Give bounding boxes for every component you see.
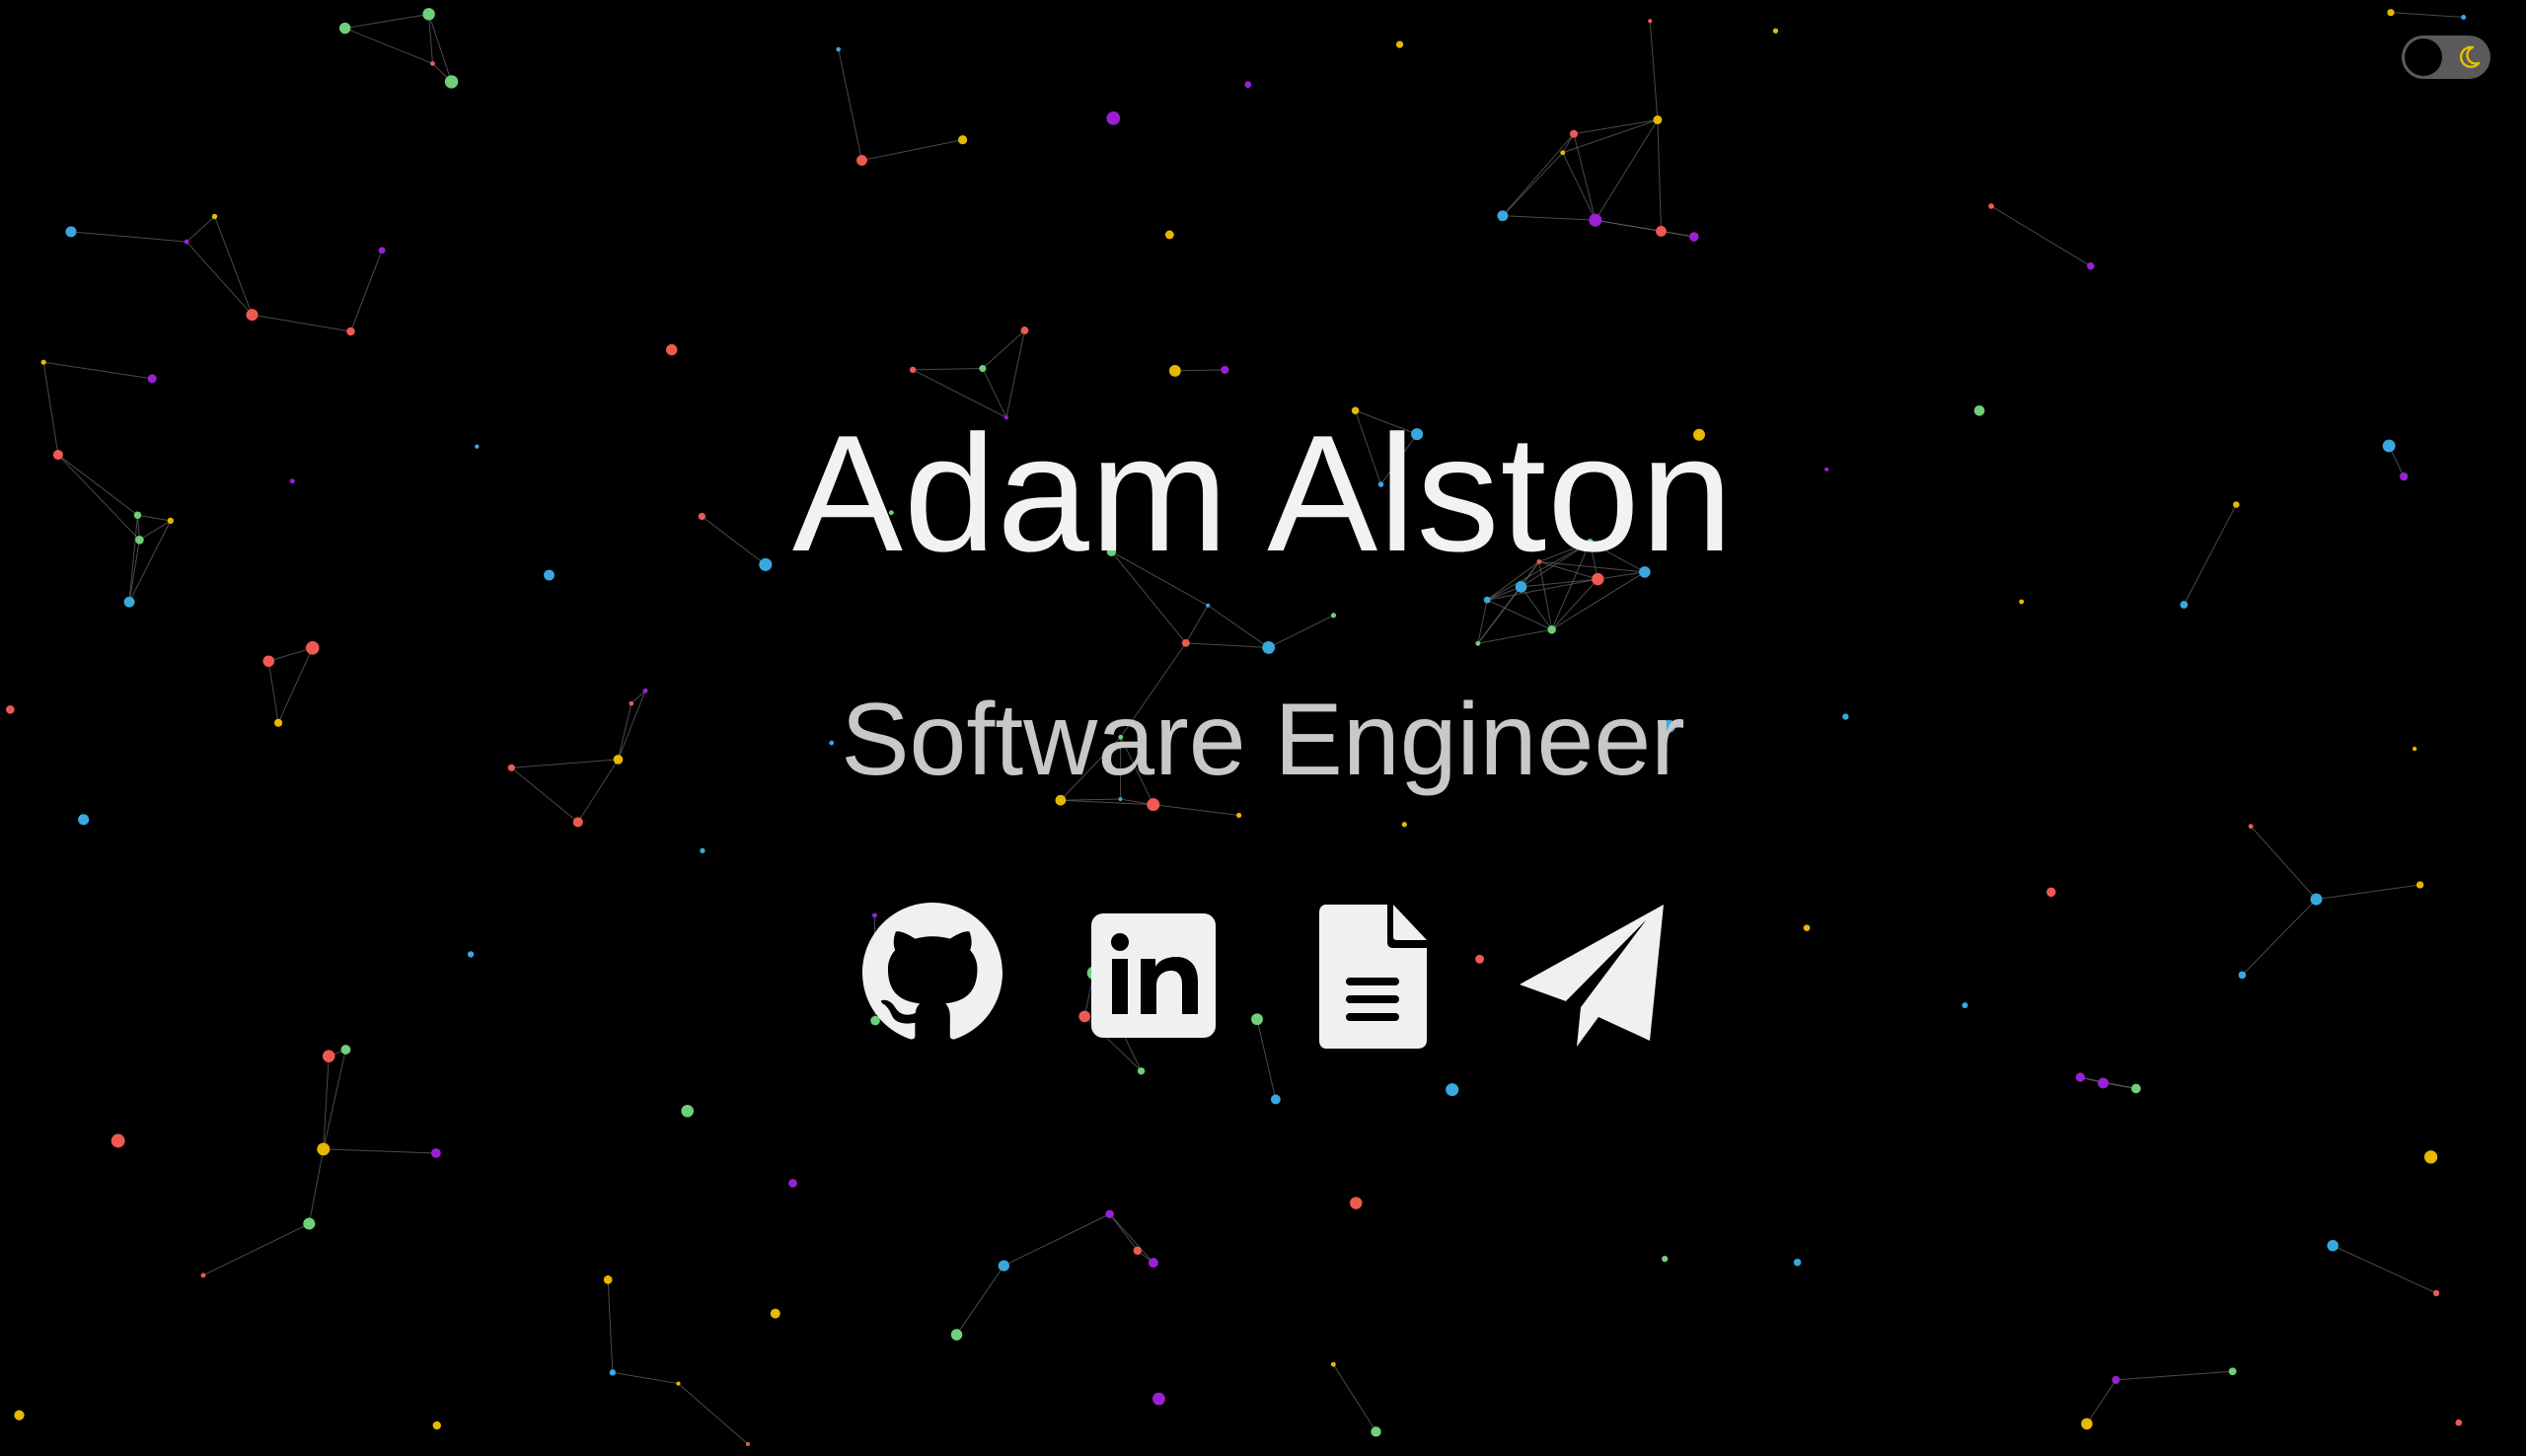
resume-document-icon — [1319, 905, 1427, 1049]
github-link[interactable] — [862, 903, 1003, 1051]
contact-link[interactable] — [1518, 903, 1666, 1051]
linkedin-link[interactable] — [1089, 903, 1218, 1051]
resume-link[interactable] — [1318, 903, 1429, 1051]
github-icon — [862, 903, 1003, 1040]
paper-plane-icon — [1520, 905, 1664, 1047]
linkedin-icon — [1091, 913, 1216, 1038]
job-title: Software Engineer — [841, 683, 1685, 797]
hero-section: Adam Alston Software Engineer — [0, 0, 2526, 1456]
page-title: Adam Alston — [791, 400, 1735, 586]
